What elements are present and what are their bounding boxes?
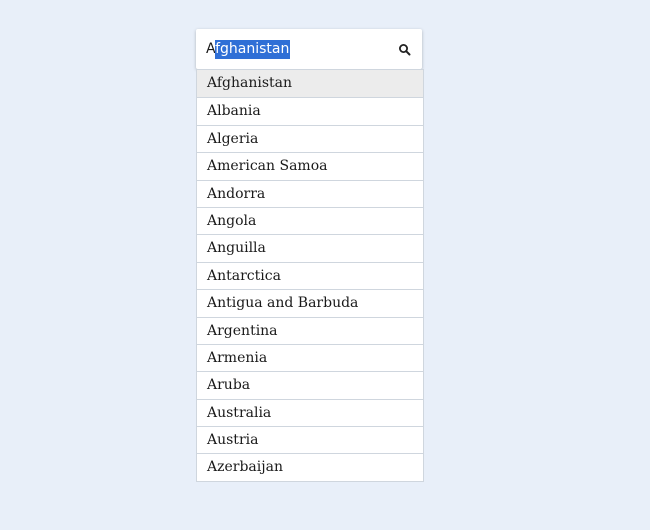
dropdown-option[interactable]: Afghanistan bbox=[197, 70, 423, 98]
dropdown-option[interactable]: Algeria bbox=[197, 124, 423, 152]
search-input-prefix: A bbox=[206, 41, 216, 57]
dropdown-option[interactable]: Armenia bbox=[197, 343, 423, 371]
dropdown-option[interactable]: Albania bbox=[197, 97, 423, 124]
dropdown-option[interactable]: Antarctica bbox=[197, 261, 423, 289]
dropdown-option[interactable]: Australia bbox=[197, 398, 423, 426]
search-input[interactable]: Afghanistan bbox=[206, 29, 291, 69]
dropdown-option[interactable]: Anguilla bbox=[197, 234, 423, 261]
dropdown-option[interactable]: Azerbaijan bbox=[197, 453, 423, 480]
dropdown-option[interactable]: Aruba bbox=[197, 371, 423, 398]
dropdown-option[interactable]: Angola bbox=[197, 206, 423, 234]
search-combobox[interactable]: Afghanistan bbox=[196, 29, 422, 69]
dropdown-option[interactable]: Austria bbox=[197, 426, 423, 453]
search-icon[interactable] bbox=[398, 42, 412, 56]
dropdown-option[interactable]: Argentina bbox=[197, 316, 423, 344]
search-input-selected-text: fghanistan bbox=[215, 40, 291, 59]
dropdown-option[interactable]: American Samoa bbox=[197, 152, 423, 179]
country-dropdown-list: Afghanistan Albania Algeria American Samoa A… bbox=[196, 69, 424, 482]
dropdown-option[interactable]: Antigua and Barbuda bbox=[197, 289, 423, 316]
dropdown-option[interactable]: Andorra bbox=[197, 179, 423, 207]
